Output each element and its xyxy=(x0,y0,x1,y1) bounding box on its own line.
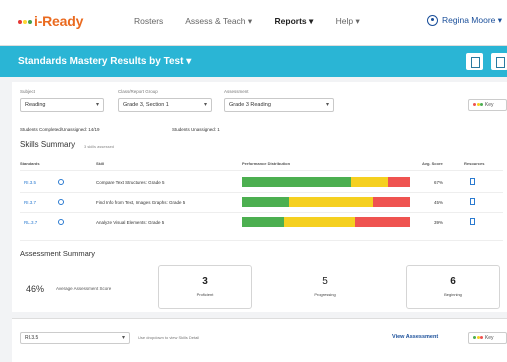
user-icon xyxy=(427,15,438,27)
skill-name: Analyze Visual Elements: Grade 5 xyxy=(96,220,165,225)
skill-name: Find Info from Text, Images Graphs: Grad… xyxy=(96,200,186,205)
key-dot-red xyxy=(480,336,483,340)
performance-bar xyxy=(242,217,410,227)
resource-document-icon[interactable] xyxy=(470,218,475,225)
print-icon[interactable] xyxy=(491,53,507,70)
pdf-export-icon[interactable] xyxy=(466,53,483,70)
class-select[interactable]: Grade 3, Section 1 xyxy=(118,98,212,112)
bar-progressing xyxy=(289,197,374,207)
progressing-count: 5 xyxy=(322,276,328,287)
skill-name: Compare Text Structures: Grade 5 xyxy=(96,180,165,185)
header-resources: Resources xyxy=(464,161,485,166)
key-dot-green xyxy=(480,103,483,107)
logo-dot-yellow xyxy=(23,20,27,25)
standard-link-rl37[interactable]: RL.3.7 xyxy=(24,220,37,225)
beginning-box[interactable]: 6 Beginning xyxy=(406,265,500,309)
skill-detail-hint: Use dropdown to view Skills Detail xyxy=(138,335,200,340)
avg-score: 45% xyxy=(434,200,444,205)
bar-proficient xyxy=(242,197,290,207)
nav-assess-teach[interactable]: Assess & Teach ▾ xyxy=(185,16,252,26)
logo-dot-green xyxy=(28,20,32,25)
info-icon[interactable] xyxy=(58,199,64,205)
class-label: Class/Report Group xyxy=(118,89,158,94)
proficient-count: 3 xyxy=(202,276,208,287)
skills-assessed-count: 3 skills assessed xyxy=(84,144,115,149)
proficient-label: Proficient xyxy=(196,292,214,297)
avg-score: 67% xyxy=(434,180,444,185)
bar-progressing xyxy=(351,177,389,187)
assessment-select[interactable]: Grade 3 Reading xyxy=(224,98,334,112)
view-assessment-link[interactable]: View Assessment xyxy=(392,334,438,340)
progressing-label: Progressing xyxy=(314,292,336,297)
report-card: Subject Reading Class/Report Group Grade… xyxy=(12,82,507,312)
row-divider xyxy=(20,170,503,171)
header-skill: Skill xyxy=(96,161,105,166)
nav-help[interactable]: Help ▾ xyxy=(336,16,360,26)
resource-document-icon[interactable] xyxy=(470,178,475,185)
main-menu: Rosters Assess & Teach ▾ Reports ▾ Help … xyxy=(134,16,380,27)
logo-dots xyxy=(18,13,33,29)
standard-select[interactable]: RI.3.5 xyxy=(20,332,130,344)
top-navigation: i-Ready Rosters Assess & Teach ▾ Reports… xyxy=(0,0,507,46)
subject-label: Subject xyxy=(20,89,36,94)
header-avg-score: Avg. Score xyxy=(422,161,443,166)
performance-bar xyxy=(242,197,410,207)
info-icon[interactable] xyxy=(58,179,64,185)
footer-key-label: Key xyxy=(484,335,494,341)
user-menu[interactable]: Regina Moore ▾ xyxy=(427,15,503,27)
proficient-box[interactable]: 3 Proficient xyxy=(158,265,252,309)
skills-summary-title: Skills Summary xyxy=(20,140,76,149)
bar-beginning xyxy=(373,197,410,207)
students-unassigned: Students Unassigned: 1 xyxy=(172,127,220,132)
bar-beginning xyxy=(388,177,410,187)
row-divider xyxy=(20,212,503,213)
report-title-bar: Standards Mastery Results by Test ▾ xyxy=(0,46,507,77)
assessment-summary-title: Assessment Summary xyxy=(20,249,96,258)
row-divider xyxy=(20,192,503,193)
footer-key-button[interactable]: Key xyxy=(468,332,507,344)
beginning-label: Beginning xyxy=(444,292,462,297)
user-name: Regina Moore ▾ xyxy=(442,15,503,25)
header-standards: Standards xyxy=(20,161,40,166)
average-score-label: Average Assessment Score xyxy=(56,286,112,291)
key-label: Key xyxy=(484,102,494,108)
assessment-label: Assessment xyxy=(224,89,249,94)
key-dot-green xyxy=(473,336,476,340)
nav-rosters[interactable]: Rosters xyxy=(134,16,163,26)
nav-reports[interactable]: Reports ▾ xyxy=(275,16,314,26)
iready-logo[interactable]: i-Ready xyxy=(18,13,83,29)
standard-link-ri37[interactable]: RI.3.7 xyxy=(24,200,36,205)
skill-detail-bar: RI.3.5 Use dropdown to view Skills Detai… xyxy=(12,318,507,362)
average-score-value: 46% xyxy=(26,284,45,294)
bar-proficient xyxy=(242,217,284,227)
subject-select[interactable]: Reading xyxy=(20,98,104,112)
key-button[interactable]: Key xyxy=(468,99,507,111)
beginning-count: 6 xyxy=(450,276,456,287)
logo-dot-red xyxy=(18,20,22,25)
students-completed: Students Completed/Unassigned: 14/19 xyxy=(20,127,100,132)
resource-document-icon[interactable] xyxy=(470,198,475,205)
report-title-dropdown[interactable]: Standards Mastery Results by Test ▾ xyxy=(18,56,191,67)
header-performance: Performance Distribution xyxy=(242,161,291,166)
section-divider xyxy=(20,240,503,241)
performance-bar xyxy=(242,177,410,187)
progressing-box[interactable]: 5 Progressing xyxy=(278,265,372,309)
standard-link-ri35[interactable]: RI.3.5 xyxy=(24,180,36,185)
bar-proficient xyxy=(242,177,352,187)
bar-progressing xyxy=(284,217,355,227)
key-dot-red xyxy=(473,103,476,107)
bar-beginning xyxy=(354,217,410,227)
avg-score: 39% xyxy=(434,220,444,225)
logo-text: i-Ready xyxy=(34,13,84,29)
info-icon[interactable] xyxy=(58,219,64,225)
